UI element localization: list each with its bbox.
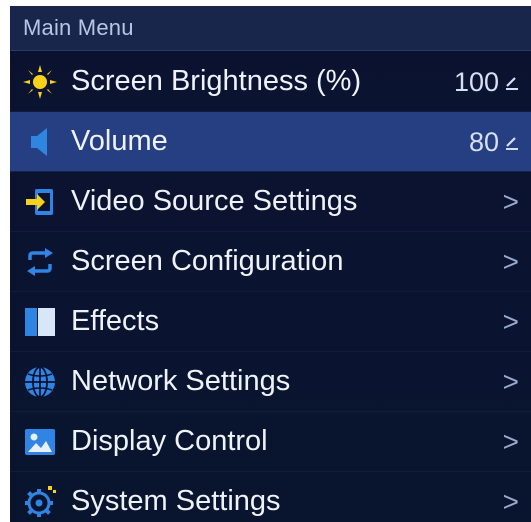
- menu-list: Screen Brightness (%) 100 Volume 80 Vide…: [10, 52, 531, 522]
- picture-icon: [18, 420, 62, 464]
- menu-item-screen-brightness[interactable]: Screen Brightness (%) 100: [10, 52, 531, 112]
- edit-icon: [505, 134, 519, 150]
- chevron-right-icon: >: [502, 426, 519, 457]
- menu-header: Main Menu: [10, 6, 531, 51]
- menu-item-label: Screen Brightness (%): [71, 65, 362, 97]
- input-source-icon: [18, 180, 62, 224]
- edit-icon: [505, 74, 519, 90]
- menu-item-label: Network Settings: [71, 365, 291, 397]
- refresh-loop-icon: [18, 240, 62, 284]
- menu-item-screen-configuration[interactable]: Screen Configuration >: [10, 232, 531, 292]
- menu-item-volume[interactable]: Volume 80: [10, 112, 531, 172]
- menu-item-label: Display Control: [71, 425, 268, 457]
- menu-title: Main Menu: [23, 15, 134, 40]
- gear-icon: [18, 480, 62, 522]
- chevron-right-icon: >: [502, 246, 519, 277]
- chevron-right-icon: >: [502, 366, 519, 397]
- menu-item-display-control[interactable]: Display Control >: [10, 412, 531, 472]
- menu-item-network-settings[interactable]: Network Settings >: [10, 352, 531, 412]
- menu-item-label: Video Source Settings: [71, 185, 358, 217]
- main-menu-screen: Main Menu Screen Brightness (%) 100 Volu…: [10, 6, 531, 522]
- menu-item-label: Effects: [71, 305, 160, 337]
- menu-item-label: Volume: [71, 125, 168, 157]
- menu-item-label: System Settings: [71, 485, 281, 517]
- brightness-value-area: 100: [454, 52, 519, 112]
- menu-item-label: Screen Configuration: [71, 245, 344, 277]
- menu-item-system-settings[interactable]: System Settings >: [10, 472, 531, 522]
- volume-value: 80: [468, 126, 499, 157]
- sun-icon: [18, 60, 62, 104]
- menu-item-effects[interactable]: Effects >: [10, 292, 531, 352]
- menu-item-video-source-settings[interactable]: Video Source Settings >: [10, 172, 531, 232]
- speaker-icon: [18, 120, 62, 164]
- effects-panel-icon: [18, 300, 62, 344]
- volume-value-area: 80: [469, 112, 519, 172]
- chevron-right-icon: >: [502, 186, 519, 217]
- globe-icon: [18, 360, 62, 404]
- chevron-right-icon: >: [502, 486, 519, 517]
- chevron-right-icon: >: [502, 306, 519, 337]
- brightness-value: 100: [453, 66, 499, 97]
